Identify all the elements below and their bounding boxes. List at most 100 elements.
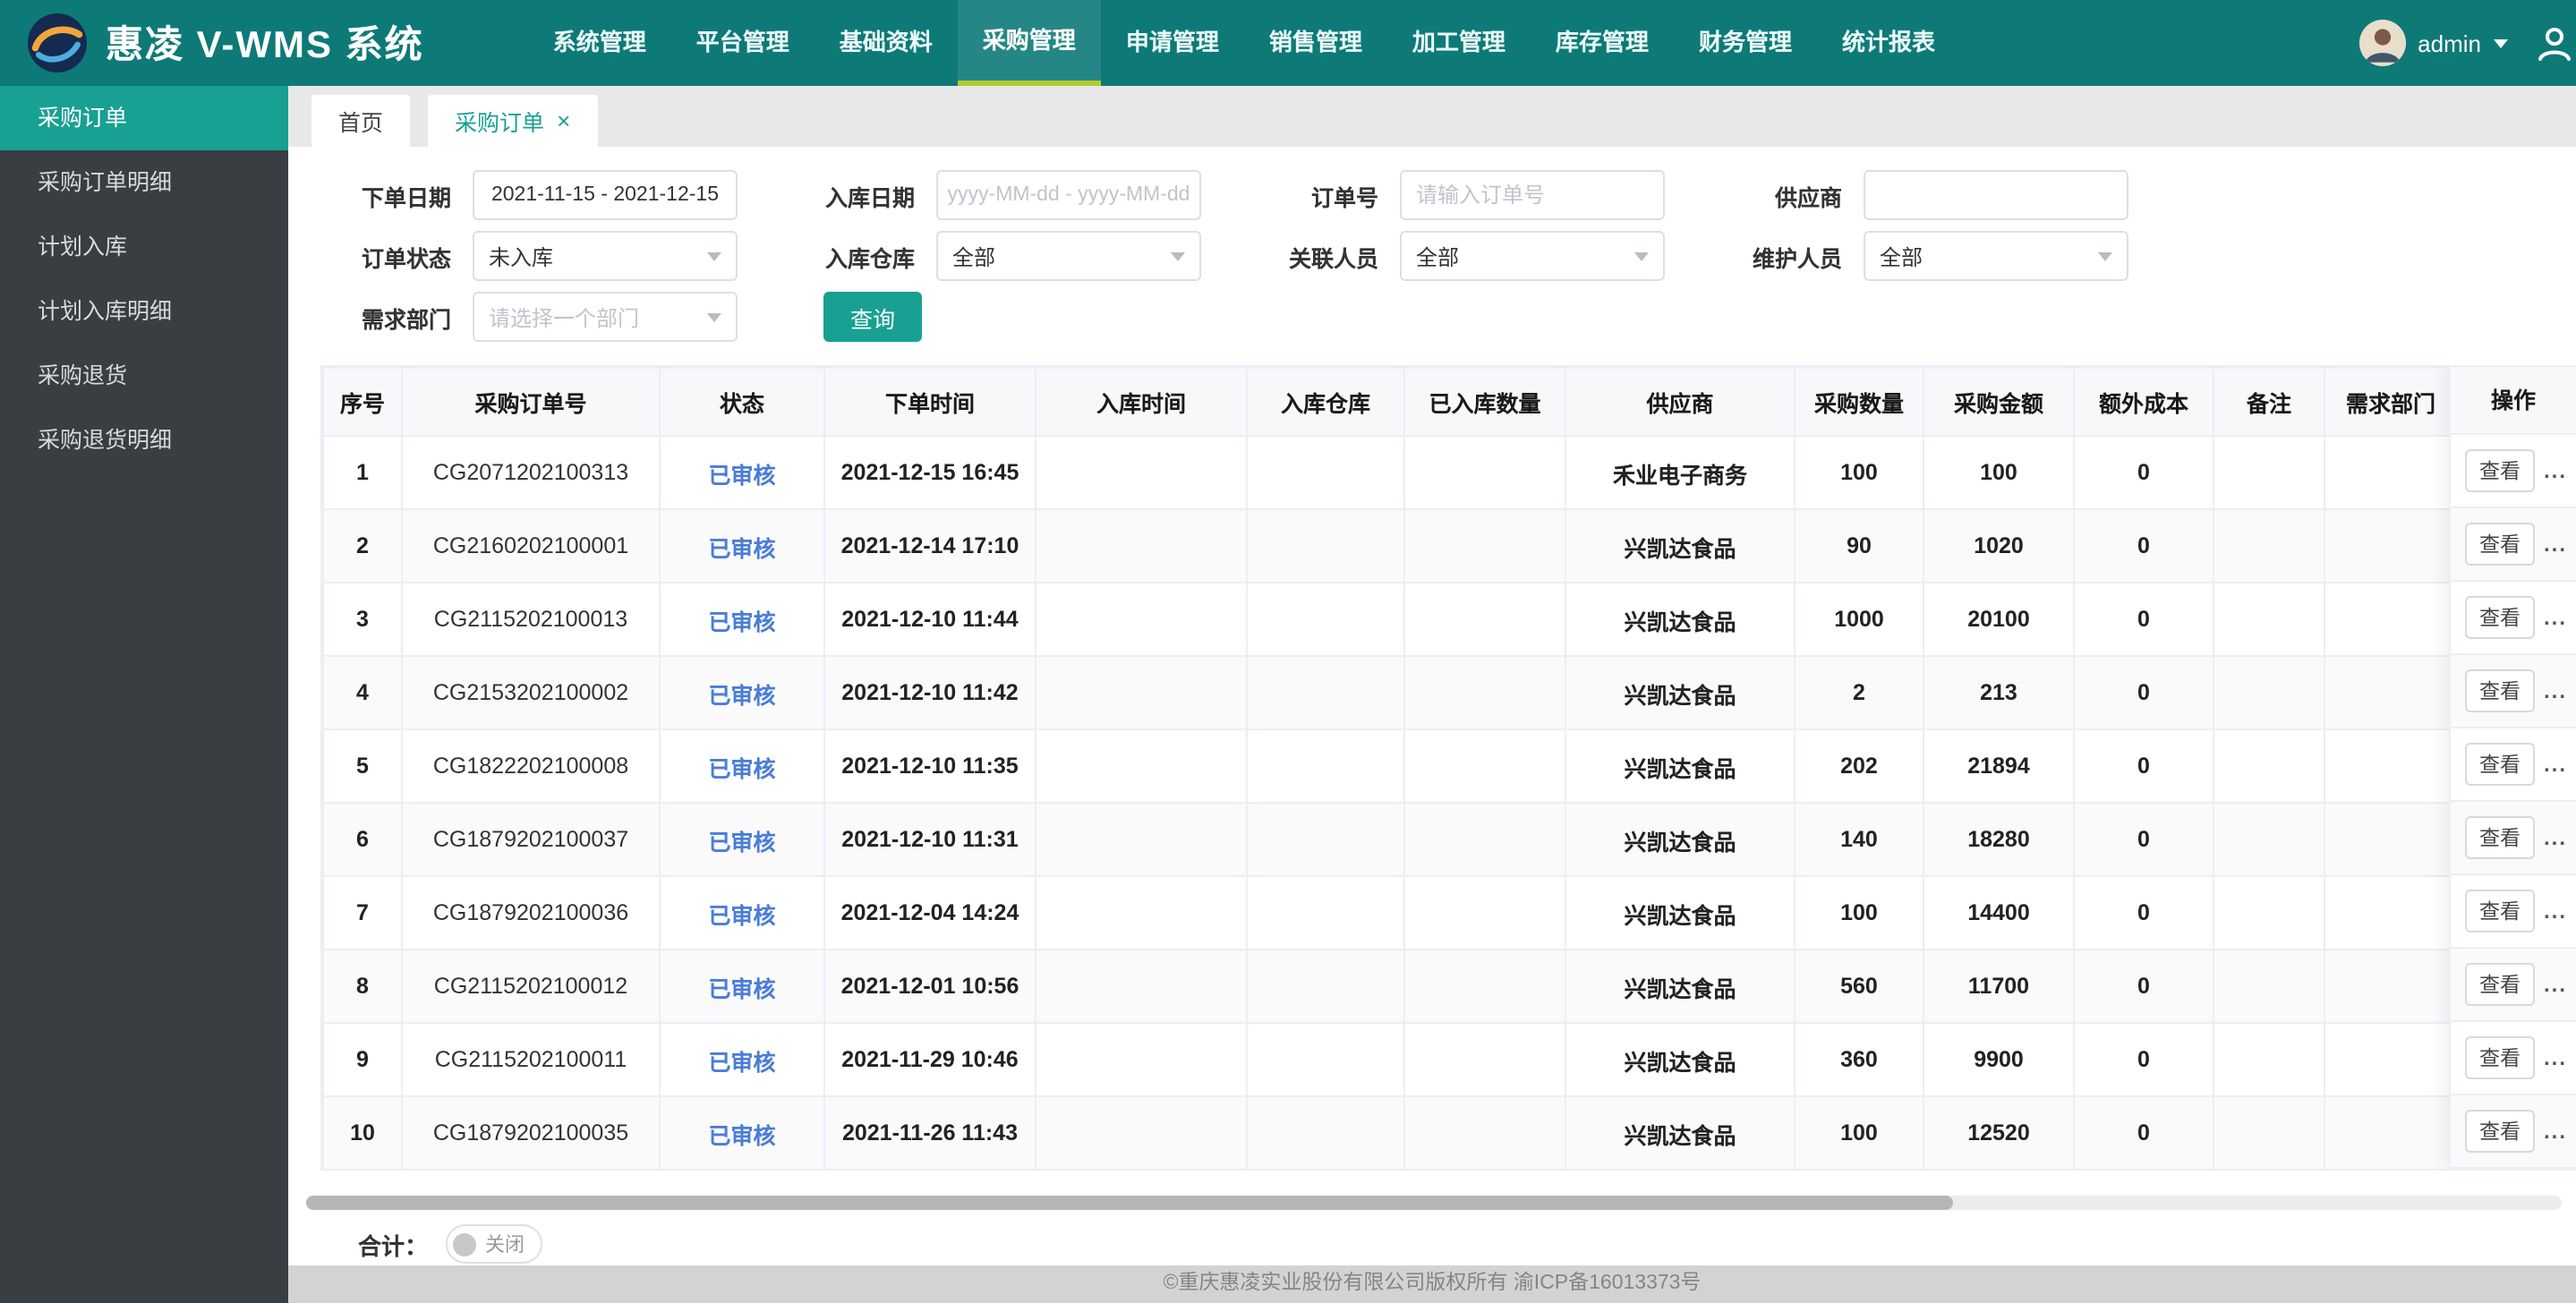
nav-item-采购管理[interactable]: 采购管理 <box>957 0 1101 86</box>
col-header-supplier: 供应商 <box>1565 367 1796 437</box>
more-button[interactable]: ... <box>2544 605 2567 630</box>
nav-item-平台管理[interactable]: 平台管理 <box>671 0 815 86</box>
scrollbar-thumb[interactable] <box>306 1196 1953 1210</box>
related-person-select[interactable]: 全部 <box>1400 231 1665 281</box>
cell-department <box>2324 582 2458 657</box>
filter-inbound-date: 入库日期 <box>784 170 1201 220</box>
more-button[interactable]: ... <box>2544 898 2567 924</box>
view-button[interactable]: 查看 <box>2465 1036 2535 1079</box>
cell-supplier: 兴凯达食品 <box>1565 802 1796 877</box>
cell-status[interactable]: 已审核 <box>659 949 825 1024</box>
view-button[interactable]: 查看 <box>2465 816 2535 859</box>
cell-warehouse <box>1246 875 1405 950</box>
cell-remark <box>2213 875 2325 950</box>
col-header-status: 状态 <box>659 367 825 437</box>
toolbar-user-icon[interactable] <box>2533 21 2576 64</box>
sidebar-item-采购退货明细[interactable]: 采购退货明细 <box>0 408 288 473</box>
maintainer-select[interactable]: 全部 <box>1864 231 2128 281</box>
tab-home[interactable]: 首页 <box>311 95 411 147</box>
cell-warehouse <box>1246 435 1405 510</box>
inbound-date-input[interactable] <box>936 170 1201 220</box>
col-header-warehouse: 入库仓库 <box>1246 367 1405 437</box>
cell-remark <box>2213 655 2325 730</box>
order-date-input[interactable] <box>473 170 738 220</box>
filter-order-date: 下单日期 <box>320 170 738 220</box>
nav-item-统计报表[interactable]: 统计报表 <box>1817 0 1960 86</box>
nav-item-加工管理[interactable]: 加工管理 <box>1387 0 1531 86</box>
cell-remark <box>2213 1022 2325 1097</box>
cell-status[interactable]: 已审核 <box>659 1095 825 1169</box>
more-button[interactable]: ... <box>2544 825 2567 850</box>
order-no-input[interactable] <box>1400 170 1665 220</box>
cell-order-time: 2021-12-10 11:44 <box>823 582 1036 657</box>
view-button[interactable]: 查看 <box>2465 669 2535 712</box>
nav-item-系统管理[interactable]: 系统管理 <box>528 0 671 86</box>
supplier-input[interactable] <box>1864 170 2128 220</box>
cell-department <box>2324 728 2458 804</box>
select-value: 全部 <box>1880 244 1923 269</box>
footer: ©重庆惠凌实业股份有限公司版权所有 渝ICP备16013373号 <box>288 1265 2576 1303</box>
more-button[interactable]: ... <box>2544 532 2567 557</box>
view-button[interactable]: 查看 <box>2465 523 2535 566</box>
nav-item-库存管理[interactable]: 库存管理 <box>1531 0 1674 86</box>
department-select[interactable]: 请选择一个部门 <box>473 292 738 342</box>
view-button[interactable]: 查看 <box>2465 743 2535 786</box>
search-button[interactable]: 查询 <box>823 292 923 342</box>
sidebar-item-采购退货[interactable]: 采购退货 <box>0 344 288 408</box>
close-icon[interactable]: × <box>557 107 570 134</box>
summary-toggle[interactable]: 关闭 <box>446 1224 543 1264</box>
table-row: 1 CG2071202100313 已审核 2021-12-15 16:45 禾业电子商… <box>322 435 2458 510</box>
col-header-department: 需求部门 <box>2324 367 2458 437</box>
view-button[interactable]: 查看 <box>2465 449 2535 492</box>
brand: 惠凌 V-WMS 系统 <box>27 13 424 73</box>
avatar <box>2358 20 2406 66</box>
view-button[interactable]: 查看 <box>2465 963 2535 1006</box>
horizontal-scrollbar[interactable] <box>306 1196 2562 1210</box>
cell-status[interactable]: 已审核 <box>659 435 825 510</box>
cell-status[interactable]: 已审核 <box>659 582 825 657</box>
nav-item-销售管理[interactable]: 销售管理 <box>1244 0 1387 86</box>
top-navbar: 惠凌 V-WMS 系统 系统管理 平台管理 基础资料 采购管理 申请管理 销售管理 加工管理… <box>0 0 2576 86</box>
user-menu[interactable]: admin <box>2358 20 2508 66</box>
cell-status[interactable]: 已审核 <box>659 1022 825 1097</box>
cell-status[interactable]: 已审核 <box>659 728 825 804</box>
table-row: 6 CG1879202100037 已审核 2021-12-10 11:31 兴凯达食品… <box>322 802 2458 877</box>
order-status-select[interactable]: 未入库 <box>473 231 738 281</box>
cell-status[interactable]: 已审核 <box>659 508 825 583</box>
cell-inbound-qty <box>1403 802 1566 877</box>
cell-amount: 9900 <box>1923 1022 2075 1097</box>
cell-status[interactable]: 已审核 <box>659 655 825 730</box>
main-layout: 采购订单 采购订单明细 计划入库 计划入库明细 采购退货 采购退货明细 首页 采购订单 ×… <box>0 86 2576 1303</box>
cell-seq: 7 <box>322 875 403 950</box>
warehouse-select[interactable]: 全部 <box>936 231 1201 281</box>
more-button[interactable]: ... <box>2544 752 2567 777</box>
tab-purchase-order[interactable]: 采购订单 × <box>428 95 598 147</box>
cell-supplier: 兴凯达食品 <box>1565 508 1796 583</box>
cell-inbound-time <box>1035 802 1248 877</box>
sidebar-item-计划入库明细[interactable]: 计划入库明细 <box>0 279 288 344</box>
table-row: 10 CG1879202100035 已审核 2021-11-26 11:43 兴凯达食… <box>322 1095 2458 1169</box>
more-button[interactable]: ... <box>2544 972 2567 997</box>
more-button[interactable]: ... <box>2544 1045 2567 1070</box>
table-header-row: 序号 采购订单号 状态 下单时间 入库时间 入库仓库 已入库数量 供应商 采购数量 采购金额 额外成… <box>322 367 2458 437</box>
cell-status[interactable]: 已审核 <box>659 802 825 877</box>
sidebar-item-采购订单[interactable]: 采购订单 <box>0 86 288 150</box>
nav-item-财务管理[interactable]: 财务管理 <box>1674 0 1817 86</box>
cell-inbound-qty <box>1403 508 1566 583</box>
nav-item-申请管理[interactable]: 申请管理 <box>1101 0 1244 86</box>
more-button[interactable]: ... <box>2544 1119 2567 1144</box>
filter-related-person: 关联人员 全部 <box>1248 231 1665 281</box>
filter-supplier: 供应商 <box>1711 170 2128 220</box>
view-button[interactable]: 查看 <box>2465 596 2535 639</box>
sidebar-item-采购订单明细[interactable]: 采购订单明细 <box>0 150 288 215</box>
cell-order-time: 2021-12-10 11:31 <box>823 802 1036 877</box>
more-button[interactable]: ... <box>2544 678 2567 703</box>
view-button[interactable]: 查看 <box>2465 1110 2535 1153</box>
table-body: 1 CG2071202100313 已审核 2021-12-15 16:45 禾业电子商… <box>322 435 2458 1169</box>
op-col-header: 操作 <box>2451 367 2576 435</box>
cell-status[interactable]: 已审核 <box>659 875 825 950</box>
more-button[interactable]: ... <box>2544 458 2567 483</box>
nav-item-基础资料[interactable]: 基础资料 <box>815 0 958 86</box>
sidebar-item-计划入库[interactable]: 计划入库 <box>0 215 288 279</box>
view-button[interactable]: 查看 <box>2465 890 2535 933</box>
